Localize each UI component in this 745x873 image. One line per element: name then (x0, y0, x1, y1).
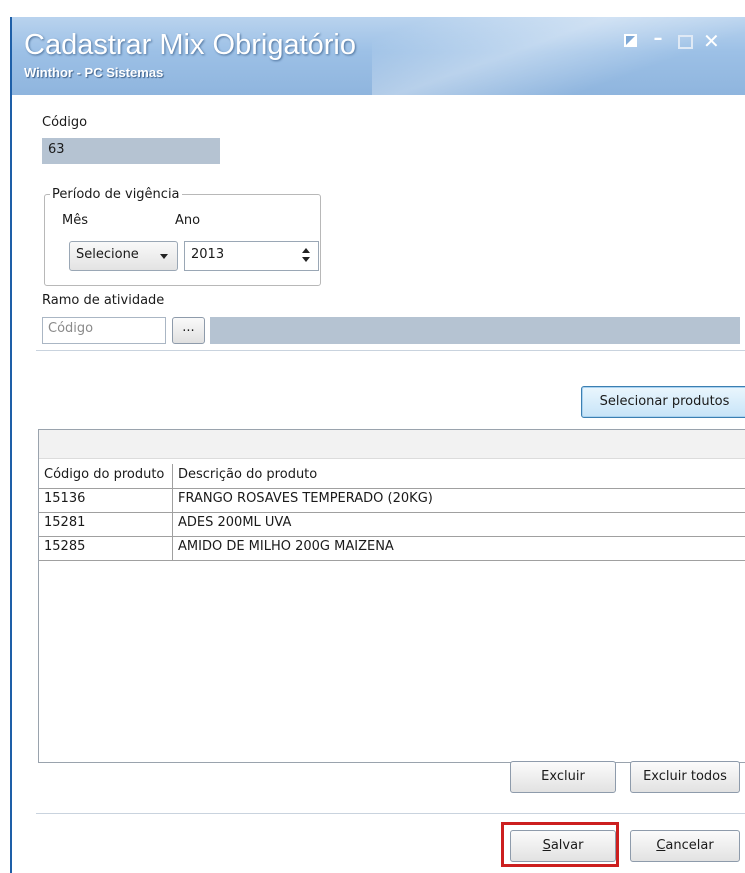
cell-codigo: 15285 (39, 536, 173, 560)
cell-codigo: 15281 (39, 512, 173, 536)
mes-label: Mês (62, 213, 88, 228)
ramo-lookup-button[interactable]: ... (172, 317, 205, 344)
column-header-descricao[interactable]: Descrição do produto (173, 464, 745, 488)
restore-icon[interactable] (623, 33, 639, 49)
cell-descricao: ADES 200ML UVA (178, 515, 292, 530)
maximize-icon[interactable] (677, 33, 693, 49)
window: Cadastrar Mix Obrigatório Winthor - PC S… (10, 17, 745, 873)
cell-descricao: AMIDO DE MILHO 200G MAIZENA (178, 539, 394, 554)
codigo-label: Código (42, 115, 88, 130)
title-bar-sheen (372, 17, 745, 95)
cell-codigo: 15136 (39, 488, 173, 512)
ano-spinner[interactable]: 2013 (184, 241, 319, 271)
ramo-label: Ramo de atividade (42, 293, 165, 308)
ano-label: Ano (175, 213, 201, 228)
ramo-descricao-field (210, 317, 740, 344)
grid-header: Código do produto Descrição do produto (39, 464, 745, 489)
spin-up-icon[interactable] (302, 248, 310, 253)
close-icon[interactable]: ✕ (703, 31, 720, 51)
excluir-todos-button[interactable]: Excluir todos (630, 761, 740, 793)
mes-select[interactable]: Selecione (69, 241, 178, 271)
save-button-highlight (501, 822, 619, 867)
products-grid[interactable]: Código do produto Descrição do produto 1… (38, 429, 745, 763)
periodo-groupbox (44, 194, 321, 286)
window-subtitle: Winthor - PC Sistemas (24, 65, 164, 80)
column-header-codigo[interactable]: Código do produto (39, 464, 173, 488)
cell-descricao: FRANGO ROSAVES TEMPERADO (20KG) (178, 491, 433, 506)
chevron-down-icon (160, 254, 168, 259)
separator-bottom (36, 813, 745, 814)
window-title: Cadastrar Mix Obrigatório (24, 29, 356, 61)
grid-group-band (39, 430, 745, 459)
cancel-button-label: ancelar (665, 838, 714, 853)
excluir-button[interactable]: Excluir (510, 761, 616, 793)
spin-down-icon[interactable] (302, 257, 310, 262)
ano-spinner-value: 2013 (191, 247, 225, 262)
table-row[interactable]: 15285 AMIDO DE MILHO 200G MAIZENA (39, 536, 745, 561)
table-row[interactable]: 15136 FRANGO ROSAVES TEMPERADO (20KG) (39, 488, 745, 513)
separator-top (36, 350, 745, 351)
codigo-field: 63 (42, 138, 220, 164)
minimize-icon[interactable]: – (650, 30, 666, 48)
cancel-button[interactable]: Cancelar (630, 830, 740, 862)
select-products-button[interactable]: Selecionar produtos (581, 386, 745, 418)
title-bar[interactable]: Cadastrar Mix Obrigatório Winthor - PC S… (12, 17, 745, 95)
periodo-legend: Período de vigência (50, 187, 182, 202)
mes-select-value: Selecione (76, 247, 139, 262)
table-row[interactable]: 15281 ADES 200ML UVA (39, 512, 745, 537)
ramo-codigo-input[interactable]: Código (42, 317, 166, 344)
